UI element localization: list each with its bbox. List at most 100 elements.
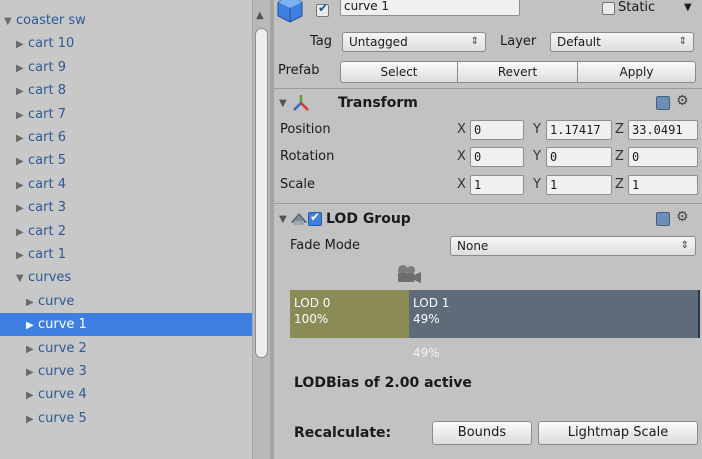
layer-value: Default: [557, 35, 601, 49]
axis-x-label: X: [457, 177, 466, 192]
scale-z-field[interactable]: 1: [628, 175, 698, 195]
collapsed-arrow-icon[interactable]: ▶: [16, 33, 28, 56]
gear-icon[interactable]: ⚙: [676, 209, 689, 225]
updown-arrow-icon: ⇕: [470, 36, 479, 47]
hierarchy-item[interactable]: ▼ curves: [0, 266, 252, 289]
position-x-field[interactable]: 0: [470, 120, 524, 140]
hierarchy-item[interactable]: ▶ cart 7: [0, 103, 252, 126]
axis-x-label: X: [457, 122, 466, 137]
axis-y-label: Y: [533, 122, 541, 137]
hierarchy-item[interactable]: ▶ cart 2: [0, 220, 252, 243]
transform-title: Transform: [338, 95, 418, 111]
collapsed-arrow-icon[interactable]: ▶: [16, 80, 28, 103]
hierarchy-item[interactable]: ▶ cart 10: [0, 32, 252, 55]
lod-bar[interactable]: LOD 0 100% LOD 1 49%: [290, 290, 700, 338]
help-book-icon[interactable]: [656, 96, 670, 110]
collapsed-arrow-icon[interactable]: ▶: [16, 174, 28, 197]
collapsed-arrow-icon[interactable]: ▶: [26, 408, 38, 431]
hierarchy-item[interactable]: ▶ cart 1: [0, 243, 252, 266]
object-name-field[interactable]: curve 1: [340, 0, 520, 16]
prefab-revert-button[interactable]: Revert: [458, 61, 578, 83]
help-book-icon[interactable]: [656, 212, 670, 226]
position-z-field[interactable]: 33.0491: [628, 120, 698, 140]
prefab-apply-button[interactable]: Apply: [578, 61, 696, 83]
lightmap-scale-button[interactable]: Lightmap Scale: [538, 421, 698, 445]
axis-z-label: Z: [615, 149, 624, 164]
collapsed-arrow-icon[interactable]: ▶: [26, 314, 38, 337]
static-checkbox[interactable]: [602, 2, 615, 15]
hierarchy-item-label: curves: [28, 270, 72, 286]
tag-value: Untagged: [349, 35, 408, 49]
hierarchy-item[interactable]: ▶ curve 4: [0, 383, 252, 406]
collapsed-arrow-icon[interactable]: ▶: [16, 244, 28, 267]
inspector-panel: ✔ curve 1 Static ▼ Tag Untagged ⇕ Layer …: [274, 0, 702, 459]
transform-axes-icon: [292, 94, 310, 112]
hierarchy-item[interactable]: ▶ cart 5: [0, 149, 252, 172]
foldout-arrow-icon[interactable]: ▼: [279, 98, 287, 109]
collapsed-arrow-icon[interactable]: ▶: [16, 57, 28, 80]
expanded-arrow-icon[interactable]: ▼: [16, 267, 28, 290]
lod-group-icon: [290, 211, 308, 227]
collapsed-arrow-icon[interactable]: ▶: [16, 221, 28, 244]
layer-label: Layer: [500, 34, 537, 49]
lod-0-segment[interactable]: LOD 0 100%: [290, 290, 409, 338]
bounds-button[interactable]: Bounds: [432, 421, 532, 445]
hierarchy-item[interactable]: ▶ cart 4: [0, 173, 252, 196]
rotation-y-field[interactable]: 0: [546, 147, 612, 167]
rotation-x-field[interactable]: 0: [470, 147, 524, 167]
scale-y-field[interactable]: 1: [546, 175, 612, 195]
expanded-arrow-icon[interactable]: ▼: [4, 10, 16, 33]
collapsed-arrow-icon[interactable]: ▶: [16, 197, 28, 220]
hierarchy-item-label: curve 1: [38, 317, 87, 333]
fade-mode-label: Fade Mode: [290, 238, 361, 253]
scrollbar-thumb[interactable]: [255, 28, 268, 358]
collapsed-arrow-icon[interactable]: ▶: [26, 291, 38, 314]
collapsed-arrow-icon[interactable]: ▶: [16, 104, 28, 127]
lod-1-segment[interactable]: LOD 1 49%: [409, 290, 698, 338]
foldout-arrow-icon[interactable]: ▼: [279, 214, 287, 225]
collapsed-arrow-icon[interactable]: ▶: [26, 361, 38, 384]
collapsed-arrow-icon[interactable]: ▶: [26, 338, 38, 361]
active-checkbox[interactable]: ✔: [316, 1, 329, 17]
prefab-label: Prefab: [278, 63, 320, 78]
hierarchy-item[interactable]: ▶ curve 2: [0, 337, 252, 360]
scroll-up-arrow-icon[interactable]: ▲: [256, 10, 264, 21]
hierarchy-item[interactable]: ▶ curve 3: [0, 360, 252, 383]
hierarchy-item-label: cart 10: [28, 36, 75, 52]
hierarchy-item[interactable]: ▶ cart 8: [0, 79, 252, 102]
lod-group-enabled-checkbox[interactable]: ✔: [308, 210, 322, 226]
hierarchy-item-label: cart 2: [28, 223, 66, 239]
gear-icon[interactable]: ⚙: [676, 93, 689, 109]
camera-icon[interactable]: [394, 264, 422, 284]
hierarchy-item[interactable]: ▶ curve 1: [0, 313, 252, 337]
lod-1-name: LOD 1: [413, 296, 450, 310]
recalculate-label: Recalculate:: [294, 425, 392, 441]
hierarchy-item[interactable]: ▶ curve 5: [0, 407, 252, 430]
hierarchy-item-label: curve: [38, 293, 75, 309]
position-y-field[interactable]: 1.17417: [546, 120, 612, 140]
static-dropdown-arrow-icon[interactable]: ▼: [684, 2, 692, 13]
lod-1-percent: 49%: [413, 312, 440, 326]
rotation-label: Rotation: [280, 149, 335, 164]
collapsed-arrow-icon[interactable]: ▶: [16, 127, 28, 150]
collapsed-arrow-icon[interactable]: ▶: [26, 384, 38, 407]
collapsed-arrow-icon[interactable]: ▶: [16, 150, 28, 173]
axis-y-label: Y: [533, 149, 541, 164]
hierarchy-item[interactable]: ▶ cart 3: [0, 196, 252, 219]
scale-x-field[interactable]: 1: [470, 175, 524, 195]
hierarchy-item[interactable]: ▶ cart 6: [0, 126, 252, 149]
layer-dropdown[interactable]: Default ⇕: [550, 32, 694, 52]
updown-arrow-icon: ⇕: [680, 240, 689, 251]
hierarchy-item[interactable]: ▼ coaster sw: [0, 9, 252, 32]
rotation-z-field[interactable]: 0: [628, 147, 698, 167]
hierarchy-panel: ▼ coaster sw ▶ cart 10 ▶ cart 9 ▶ cart 8 ▶ cart 7…: [0, 0, 252, 459]
hierarchy-scrollbar[interactable]: ▲: [252, 0, 270, 459]
hierarchy-item[interactable]: ▶ curve: [0, 290, 252, 313]
prefab-select-button[interactable]: Select: [340, 61, 458, 83]
hierarchy-item-label: curve 4: [38, 387, 87, 403]
tag-dropdown[interactable]: Untagged ⇕: [342, 32, 486, 52]
axis-z-label: Z: [615, 177, 624, 192]
hierarchy-item[interactable]: ▶ cart 9: [0, 56, 252, 79]
gameobject-cube-icon: [276, 0, 304, 24]
fade-mode-dropdown[interactable]: None ⇕: [450, 236, 696, 256]
